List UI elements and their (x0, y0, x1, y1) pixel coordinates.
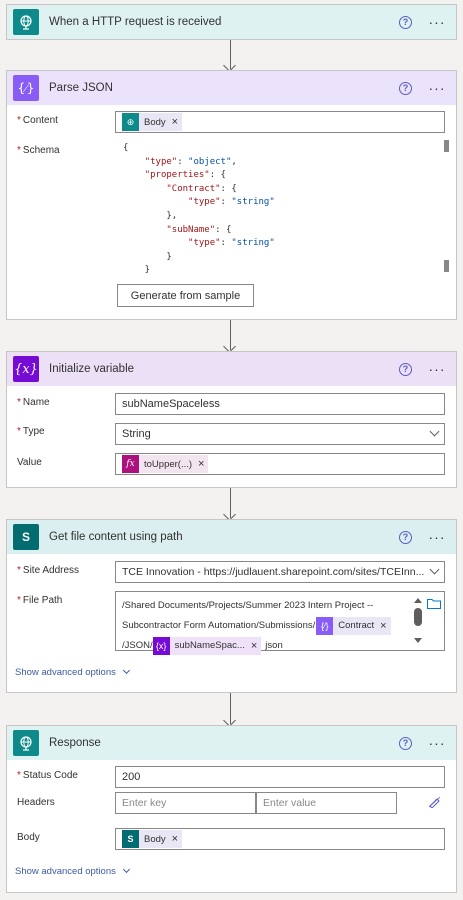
help-icon[interactable]: ? (399, 15, 412, 29)
site-address-label: * Site Address (17, 565, 80, 576)
name-label: * Name (17, 397, 50, 408)
status-code-label: * Status Code (17, 770, 78, 781)
flow-connector-arrow (230, 488, 231, 518)
show-advanced-options-link[interactable]: Show advanced options (15, 865, 130, 877)
card-title: Get file content using path (49, 531, 183, 543)
flow-connector-arrow (230, 40, 231, 69)
more-options-icon[interactable]: ··· (426, 362, 448, 376)
subname-variable-token[interactable]: {x} subNameSpac... × (152, 636, 262, 656)
braces-icon: {⁄} (13, 75, 39, 101)
status-code-field[interactable]: 200 (115, 766, 445, 788)
globe-icon (13, 9, 39, 35)
file-path-label: * File Path (17, 595, 63, 606)
help-icon[interactable]: ? (399, 81, 412, 95)
scrollbar[interactable] (444, 140, 449, 272)
schema-line: "Contract": { (166, 183, 237, 194)
schema-label: * Schema (17, 145, 60, 156)
card-header[interactable]: S Get file content using path ? ··· (7, 520, 456, 554)
value-label: Value (17, 457, 42, 468)
schema-editor[interactable]: { "type": "object", "properties": { "Con… (121, 140, 451, 278)
close-icon[interactable]: × (172, 116, 178, 128)
path-line: /Shared Documents/Projects/Summer 2023 I… (122, 600, 374, 611)
chevron-down-icon (122, 666, 130, 675)
card-title: Parse JSON (49, 82, 113, 94)
braces-icon: {⁄} (316, 617, 334, 635)
generate-from-sample-button[interactable]: Generate from sample (117, 284, 254, 307)
flow-connector-arrow (230, 693, 231, 724)
more-options-icon[interactable]: ··· (426, 736, 448, 750)
scrollbar[interactable] (414, 598, 422, 643)
header-key-input[interactable]: Enter key (115, 792, 256, 814)
card-title: Response (49, 737, 101, 749)
path-line: /JSON/ {x} subNameSpac... × json (122, 636, 438, 656)
contract-token[interactable]: {⁄} Contract × (316, 616, 391, 636)
card-header[interactable]: {x} Initialize variable ? ··· (7, 352, 456, 386)
card-header[interactable]: {⁄} Parse JSON ? ··· (7, 71, 456, 105)
file-path-field[interactable]: /Shared Documents/Projects/Summer 2023 I… (115, 591, 445, 655)
chevron-down-icon[interactable] (429, 564, 440, 575)
name-field[interactable]: subNameSpaceless (115, 393, 445, 415)
more-options-icon[interactable]: ··· (426, 81, 448, 95)
chevron-down-icon (122, 865, 130, 874)
type-label: * Type (17, 426, 45, 437)
globe-icon: ⊕ (122, 113, 139, 131)
close-icon[interactable]: × (198, 458, 204, 470)
schema-line: } (123, 251, 172, 262)
variable-x-icon: {x} (152, 637, 170, 655)
card-header[interactable]: Response ? ··· (7, 726, 456, 760)
value-field[interactable]: fx toUpper(...) × (115, 453, 445, 475)
pencil-icon[interactable] (428, 796, 442, 811)
schema-code[interactable]: { "type": "object", "properties": { "Con… (121, 140, 451, 278)
get-file-content-card[interactable]: S Get file content using path ? ··· * Sit… (6, 519, 457, 693)
schema-line: } (123, 265, 151, 276)
schema-line: "properties": { (144, 170, 226, 181)
sharepoint-icon: S (122, 830, 139, 848)
variable-x-icon: {x} (13, 356, 39, 382)
card-title: Initialize variable (49, 363, 135, 375)
chevron-down-icon[interactable] (429, 426, 440, 437)
show-advanced-options-link[interactable]: Show advanced options (15, 666, 130, 678)
content-field[interactable]: ⊕ Body × (115, 111, 445, 133)
help-icon[interactable]: ? (399, 736, 412, 750)
headers-label: Headers (17, 797, 55, 808)
path-line: Subcontractor Form Automation/Submission… (122, 616, 438, 636)
body-token[interactable]: ⊕ Body × (122, 113, 183, 131)
card-title: When a HTTP request is received (49, 16, 222, 28)
body-label: Body (17, 832, 40, 843)
card-header[interactable]: When a HTTP request is received ? ··· (7, 5, 456, 39)
expression-token[interactable]: fx toUpper(...) × (122, 455, 209, 473)
close-icon[interactable]: × (380, 616, 386, 636)
response-card[interactable]: Response ? ··· * Status Code 200 Headers … (6, 725, 457, 893)
close-icon[interactable]: × (172, 833, 178, 845)
schema-line: { (123, 143, 129, 153)
close-icon[interactable]: × (251, 636, 257, 656)
initialize-variable-card[interactable]: {x} Initialize variable ? ··· * Name subN… (6, 351, 457, 488)
http-trigger-card[interactable]: When a HTTP request is received ? ··· (6, 4, 457, 40)
body-token[interactable]: S Body × (122, 830, 183, 848)
parse-json-card[interactable]: {⁄} Parse JSON ? ··· * Content ⊕ Body × *… (6, 70, 457, 320)
content-label: * Content (17, 115, 58, 126)
help-icon[interactable]: ? (399, 362, 412, 376)
body-field[interactable]: S Body × (115, 828, 445, 850)
globe-icon (13, 730, 39, 756)
schema-line: "subName": { (166, 224, 232, 235)
help-icon[interactable]: ? (399, 530, 412, 544)
flow-connector-arrow (230, 320, 231, 350)
schema-line: "type": "string" (188, 197, 275, 208)
fx-icon: fx (122, 455, 139, 473)
site-address-select[interactable]: TCE Innovation - https://judlauent.share… (115, 561, 445, 583)
schema-line: "type": "object", (144, 156, 237, 167)
more-options-icon[interactable]: ··· (426, 530, 448, 544)
schema-line: }, (123, 210, 178, 221)
type-select[interactable]: String (115, 423, 445, 445)
sharepoint-icon: S (13, 524, 39, 550)
folder-icon[interactable] (427, 598, 441, 612)
header-value-input[interactable]: Enter value (256, 792, 397, 814)
more-options-icon[interactable]: ··· (426, 15, 448, 29)
schema-line: "type": "string" (188, 238, 275, 249)
